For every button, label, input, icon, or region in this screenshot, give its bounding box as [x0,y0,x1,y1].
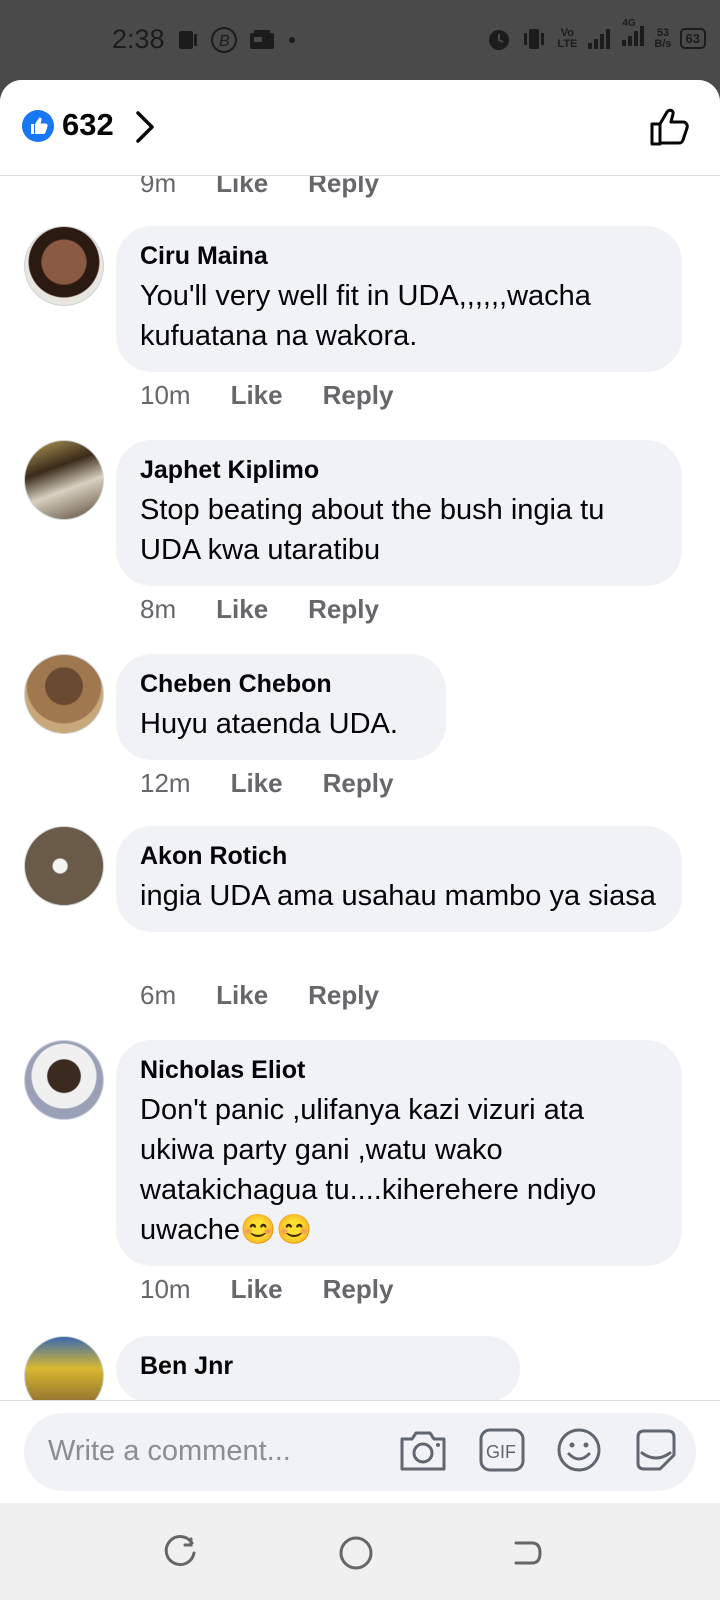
volte-indicator: Vo LTE [557,26,578,50]
comment-meta: 10m Like Reply [140,1274,393,1305]
comment-meta: 10m Like Reply [140,380,393,411]
comment-bubble[interactable]: Nicholas Eliot Don't panic ,ulifanya kaz… [116,1040,682,1266]
comment-author[interactable]: Ciru Maina [140,240,658,272]
comment-meta: 6m Like Reply [140,980,379,1011]
like-post-icon[interactable] [648,106,692,148]
status-bar: 2:38 B Vo LTE 4G 53 B/s 63 [0,0,720,80]
sticker-icon[interactable] [632,1427,680,1473]
camera-icon[interactable] [398,1427,448,1473]
back-icon[interactable] [508,1533,548,1573]
radio-icon [250,30,274,49]
comment-text: Huyu ataenda UDA. [140,708,398,740]
dot-icon [289,37,295,43]
avatar[interactable] [24,826,104,906]
comment-bubble[interactable]: Ben Jnr [116,1336,520,1402]
comment-time: 10m [140,1274,191,1304]
comment-author[interactable]: Cheben Chebon [140,668,422,700]
comments-sheet: 632 9m Like Reply Ciru Maina You'll very… [0,80,720,1503]
status-icons-left: B [176,26,298,54]
vibrate-icon [524,28,545,49]
comment-text: You'll very well fit in UDA,,,,,,wacha k… [140,280,591,352]
comment-meta: 9m Like Reply [140,176,379,199]
comment-like-button[interactable]: Like [216,980,268,1011]
comment-like-button[interactable]: Like [231,1274,283,1305]
comment-like-button[interactable]: Like [216,594,268,625]
comment-list[interactable]: 9m Like Reply Ciru Maina You'll very wel… [0,176,720,1480]
network-type: 4G [622,18,636,29]
like-reaction-icon[interactable] [22,110,54,142]
avatar[interactable] [24,1040,104,1120]
alarm-icon [489,29,510,50]
comment-bubble[interactable]: Akon Rotich ingia UDA ama usahau mambo y… [116,826,682,932]
comment-reply-button[interactable]: Reply [323,380,394,411]
comment-author[interactable]: Japhet Kiplimo [140,454,658,486]
avatar[interactable] [24,226,104,306]
comment-meta: 12m Like Reply [140,768,393,799]
comment-reply-button[interactable]: Reply [323,1274,394,1305]
comment-like-button[interactable]: Like [231,380,283,411]
comment-composer: Write a comment... GIF [0,1400,720,1503]
gif-label: GIF [486,1442,516,1462]
svg-text:B: B [219,33,230,50]
sim-icon [179,31,197,49]
b-icon: B [211,27,237,53]
comment-text: Don't panic ,ulifanya kazi vizuri ata uk… [140,1094,597,1246]
recents-icon[interactable] [162,1533,202,1573]
comment-reply-button[interactable]: Reply [308,980,379,1011]
comment-time: 9m [140,176,177,198]
comment-input-placeholder: Write a comment... [48,1435,291,1467]
net-speed-value: 53 [656,26,670,39]
emoji-icon[interactable] [556,1427,602,1473]
gif-icon[interactable]: GIF [478,1427,526,1473]
avatar[interactable] [24,654,104,734]
composer-icons: GIF [398,1427,680,1473]
comment-text: ingia UDA ama usahau mambo ya siasa [140,880,656,912]
comment-meta: 8m Like Reply [140,594,379,625]
battery-indicator: 63 [679,28,706,49]
reaction-count[interactable]: 632 [62,107,114,143]
comment-like-button[interactable]: Like [231,768,283,799]
comment-bubble[interactable]: Cheben Chebon Huyu ataenda UDA. [116,654,446,760]
status-icons-right: Vo LTE 4G 53 B/s 63 [486,18,706,53]
comment-author[interactable]: Akon Rotich [140,840,658,872]
comment-bubble[interactable]: Ciru Maina You'll very well fit in UDA,,… [116,226,682,372]
net-speed: 53 B/s [654,26,672,50]
comment-time: 10m [140,380,191,410]
comment-like-button[interactable]: Like [216,176,268,199]
reactions-header: 632 [0,80,720,176]
comment-input[interactable]: Write a comment... GIF [24,1413,696,1491]
signal-4g-group: 4G [620,18,646,53]
comment-bubble[interactable]: Japhet Kiplimo Stop beating about the bu… [116,440,682,586]
home-icon[interactable] [336,1533,376,1573]
comment-time: 6m [140,980,177,1010]
comment-author[interactable]: Nicholas Eliot [140,1054,658,1086]
net-speed-unit: B/s [654,37,672,50]
comment-author[interactable]: Ben Jnr [140,1350,496,1382]
comment-time: 12m [140,768,191,798]
comment-reply-button[interactable]: Reply [308,594,379,625]
status-time: 2:38 [112,24,165,54]
system-navigation-bar [0,1503,720,1600]
avatar[interactable] [24,440,104,520]
comment-reply-button[interactable]: Reply [308,176,379,199]
signal-icon [588,28,611,49]
comment-time: 8m [140,594,177,624]
comment-reply-button[interactable]: Reply [323,768,394,799]
comment-text: Stop beating about the bush ingia tu UDA… [140,494,605,566]
chevron-right-icon[interactable] [134,110,156,144]
